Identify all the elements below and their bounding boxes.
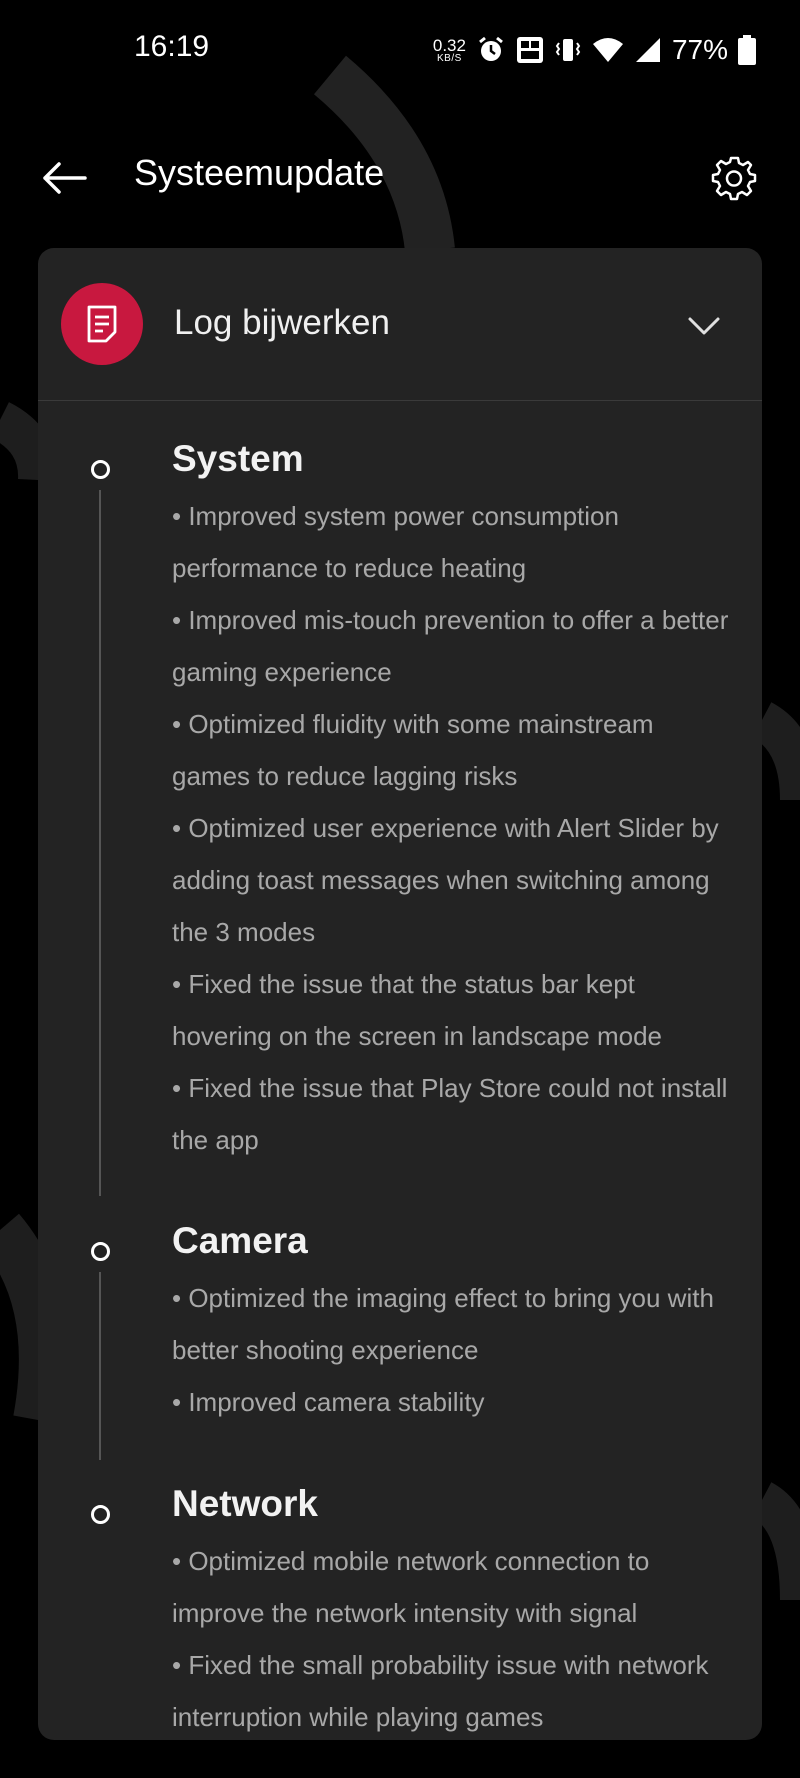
list-item: • Fixed the issue that Play Store could … [172,1073,728,1155]
section-title: Network [172,1483,318,1524]
update-log-card: Log bijwerken System • Improved system p… [38,248,762,1740]
section-title: System [172,438,304,479]
signal-icon [635,38,660,62]
page-title: Systeemupdate [134,152,385,193]
list-item: • Fixed the issue that the status bar ke… [172,969,662,1051]
section-title: Camera [172,1220,308,1261]
arrow-left-icon [43,162,87,194]
net-speed-value: 0.32 [432,35,466,55]
settings-button[interactable] [704,148,764,208]
timeline-dot [91,1505,110,1524]
status-time: 16:19 [134,30,210,63]
volte-icon [516,37,543,63]
section-items: • Optimized mobile network connection to… [172,1535,732,1740]
app-bar: Systeemupdate [0,130,800,220]
list-item: • Optimized the imaging effect to bring … [172,1283,714,1365]
status-bar: 16:19 0.32 KB/S 77% [0,0,800,100]
battery-icon [738,35,756,65]
vibrate-icon [555,39,581,61]
wifi-icon [592,38,623,62]
log-icon-badge [61,283,143,365]
update-log-header[interactable]: Log bijwerken [38,248,762,401]
list-item: • Fixed the small probability issue with… [172,1650,709,1732]
timeline-dot [91,460,110,479]
alarm-icon [479,36,503,61]
list-item: • Optimized fluidity with some mainstrea… [172,709,654,791]
back-button[interactable] [36,150,92,206]
list-item: • Improved mis-touch prevention to offer… [172,605,729,687]
list-item: • Optimized mobile network connection to… [172,1546,650,1628]
timeline-line [99,490,101,1196]
collapse-toggle[interactable] [684,306,724,346]
status-icons: 0.32 KB/S 77% [433,30,756,70]
chevron-down-icon [688,317,720,335]
list-item: • Improved system power consumption perf… [172,501,619,583]
section-items: • Optimized the imaging effect to bring … [172,1272,732,1428]
section-items: • Improved system power consumption perf… [172,490,732,1166]
timeline-line [99,1272,101,1460]
gear-icon [711,156,757,201]
list-item: • Improved camera stability [172,1387,485,1417]
net-speed-unit: KB/S [437,52,462,64]
battery-percent: 77% [671,34,728,65]
document-icon [87,305,117,343]
net-speed: 0.32 KB/S [433,37,466,64]
timeline-dot [91,1242,110,1261]
update-log-title: Log bijwerken [174,303,390,342]
list-item: • Optimized user experience with Alert S… [172,813,719,947]
